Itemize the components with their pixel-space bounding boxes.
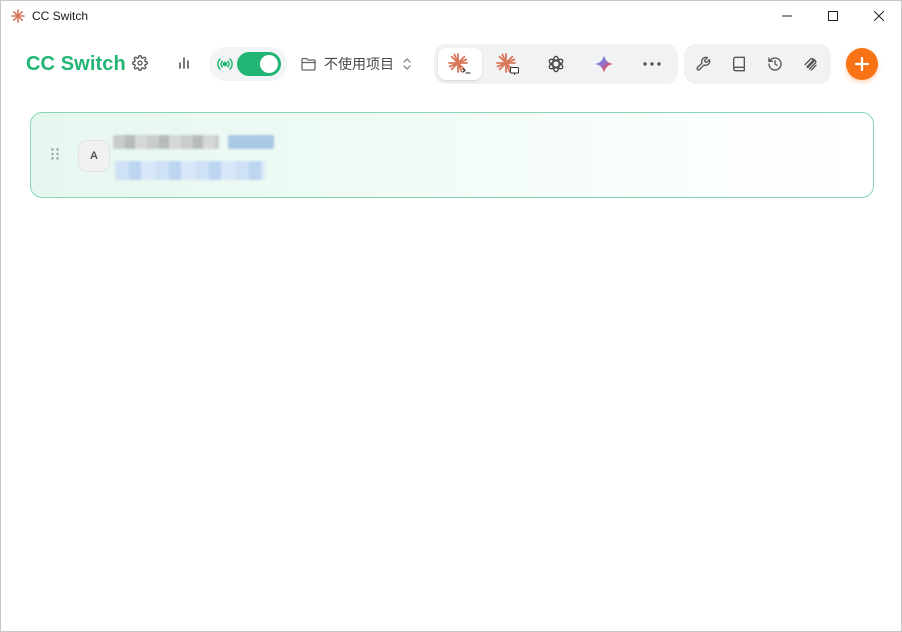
gemini-icon <box>595 55 613 73</box>
claude-terminal-icon <box>448 53 471 74</box>
tab-gemini[interactable] <box>582 48 626 80</box>
window-title: CC Switch <box>32 9 89 23</box>
bar-chart-icon <box>179 57 189 69</box>
minimize-icon <box>782 15 792 17</box>
tool-tabs <box>684 44 831 84</box>
tools-button[interactable] <box>684 48 722 80</box>
provider-card[interactable]: A <box>30 112 874 198</box>
gear-icon <box>132 55 148 71</box>
docs-button[interactable] <box>720 48 758 80</box>
close-icon <box>874 11 884 21</box>
project-selector[interactable]: 不使用项目 <box>301 53 412 75</box>
tab-codex[interactable] <box>534 48 578 80</box>
folder-icon <box>301 57 316 71</box>
minimize-button[interactable] <box>764 1 810 31</box>
paperclip-stack-icon <box>804 57 817 71</box>
app-logo-icon <box>11 9 25 23</box>
settings-button[interactable] <box>125 48 155 78</box>
mcp-button[interactable] <box>792 48 830 80</box>
brand-title[interactable]: CC Switch <box>26 53 126 76</box>
chevron-updown-icon <box>403 58 411 70</box>
plus-icon <box>854 56 870 72</box>
usage-stats-button[interactable] <box>169 48 199 78</box>
history-icon <box>768 57 782 71</box>
proxy-switch[interactable] <box>237 52 281 76</box>
proxy-toggle-group <box>209 47 287 81</box>
openai-icon <box>548 55 564 73</box>
history-button[interactable] <box>756 48 794 80</box>
book-icon <box>733 56 745 72</box>
provider-url-redacted[interactable] <box>115 161 265 180</box>
close-button[interactable] <box>856 1 902 31</box>
tab-more[interactable] <box>630 48 674 80</box>
provider-avatar: A <box>78 140 110 172</box>
provider-name-redacted <box>113 135 219 149</box>
maximize-icon <box>828 11 838 21</box>
drag-handle-icon[interactable] <box>51 148 59 160</box>
add-provider-button[interactable] <box>846 48 878 80</box>
tab-claude-desktop[interactable] <box>486 48 530 80</box>
wrench-icon <box>696 56 711 71</box>
claude-desktop-icon <box>496 53 519 75</box>
tab-claude-code[interactable] <box>438 48 482 80</box>
maximize-button[interactable] <box>810 1 856 31</box>
more-dots-icon <box>643 62 661 66</box>
switch-knob <box>260 55 278 73</box>
title-bar: CC Switch <box>1 1 901 31</box>
antenna-icon <box>217 58 233 70</box>
app-window: CC Switch CC Switch 不使用项目 A <box>0 0 902 632</box>
app-tabs <box>434 44 678 84</box>
project-label: 不使用项目 <box>324 56 394 72</box>
provider-name-redacted-2 <box>228 135 274 149</box>
